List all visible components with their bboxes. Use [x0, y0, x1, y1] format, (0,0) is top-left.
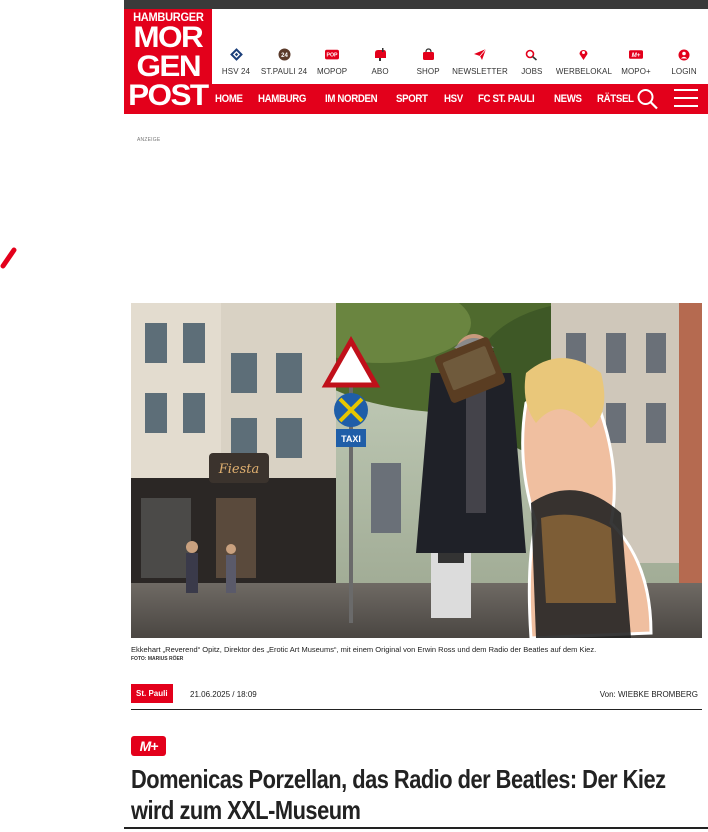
util-abo[interactable]: ABO: [356, 44, 404, 84]
pin-icon: [577, 48, 591, 61]
util-jobs[interactable]: JOBS: [508, 44, 556, 84]
hero-image: Fiesta TAXI: [131, 303, 702, 638]
mopo-plus-icon: M+: [629, 48, 644, 61]
pen-icon[interactable]: [0, 244, 20, 270]
util-shop[interactable]: SHOP: [404, 44, 452, 84]
category-tag[interactable]: St. Pauli: [131, 684, 173, 703]
user-icon: [677, 48, 691, 61]
logo-line-mor: MOR: [133, 21, 204, 54]
util-stpauli24[interactable]: 24 ST.PAULI 24: [260, 44, 308, 84]
article-meta: St. Pauli 21.06.2025 / 18:09 Von: WIEBKE…: [131, 684, 702, 710]
search-icon[interactable]: [636, 88, 660, 110]
site-logo[interactable]: HAMBURGER MOR GEN POST: [124, 9, 212, 114]
nav-news[interactable]: NEWS: [554, 93, 582, 105]
svg-text:TAXI: TAXI: [341, 434, 361, 444]
util-label: NEWSLETTER: [452, 67, 508, 76]
svg-text:M+: M+: [632, 52, 641, 59]
nav-fc-st-pauli[interactable]: FC ST. PAULI: [478, 93, 535, 105]
mopop-icon: POP: [325, 48, 340, 61]
util-hsv24[interactable]: HSV 24: [212, 44, 260, 84]
util-werbelokal[interactable]: WERBELOKAL: [556, 44, 612, 84]
util-label: LOGIN: [671, 67, 697, 76]
publish-date: 21.06.2025 / 18:09: [190, 690, 257, 699]
nav-sport[interactable]: SPORT: [396, 93, 428, 105]
util-login[interactable]: LOGIN: [660, 44, 708, 84]
svg-text:24: 24: [281, 53, 288, 59]
mailbox-icon: [373, 48, 387, 61]
main-nav: HOME HAMBURG IM NORDEN SPORT HSV FC ST. …: [212, 84, 708, 114]
util-mopop[interactable]: POP MOPOP: [308, 44, 356, 84]
photo-credit: FOTO: MARIUS RÖER: [131, 656, 184, 662]
article-headline: Domenicas Porzellan, das Radio der Beatl…: [131, 764, 666, 825]
nav-im-norden[interactable]: IM NORDEN: [325, 93, 378, 105]
hero-caption: Ekkehart „Reverend“ Opitz, Direktor des …: [131, 645, 597, 654]
top-bar: [124, 0, 708, 9]
nav-hsv[interactable]: HSV: [444, 93, 463, 105]
util-label: WERBELOKAL: [555, 67, 612, 76]
jobs-icon: [525, 48, 539, 61]
util-label: ST.PAULI 24: [260, 67, 308, 76]
ad-label: ANZEIGE: [137, 137, 161, 143]
hsv-icon: [229, 48, 243, 61]
divider: [124, 827, 708, 832]
util-newsletter[interactable]: NEWSLETTER: [452, 44, 508, 84]
util-label: MOPOP: [316, 67, 348, 76]
logo-line-post: POST: [128, 79, 209, 112]
premium-badge: M+: [131, 736, 166, 756]
svg-text:Fiesta: Fiesta: [218, 462, 260, 477]
nav-home[interactable]: HOME: [215, 93, 243, 105]
util-label: SHOP: [416, 67, 440, 76]
utility-nav: HSV 24 24 ST.PAULI 24 POP MOPOP ABO SHOP…: [212, 44, 708, 84]
bag-icon: [421, 48, 435, 61]
util-label: MOPO+: [621, 67, 651, 76]
menu-icon[interactable]: [674, 89, 698, 109]
util-label: ABO: [371, 67, 389, 76]
util-label: HSV 24: [221, 67, 251, 76]
nav-raetsel[interactable]: RÄTSEL: [597, 93, 634, 105]
newsletter-icon: [473, 48, 487, 61]
logo-line-gen: GEN: [136, 50, 201, 83]
util-label: JOBS: [521, 67, 543, 76]
author-byline[interactable]: Von: WIEBKE BROMBERG: [600, 690, 698, 699]
util-mopo-plus[interactable]: M+ MOPO+: [612, 44, 660, 84]
nav-hamburg[interactable]: HAMBURG: [258, 93, 306, 105]
stpauli-icon: 24: [277, 48, 291, 61]
svg-text:POP: POP: [327, 53, 339, 59]
